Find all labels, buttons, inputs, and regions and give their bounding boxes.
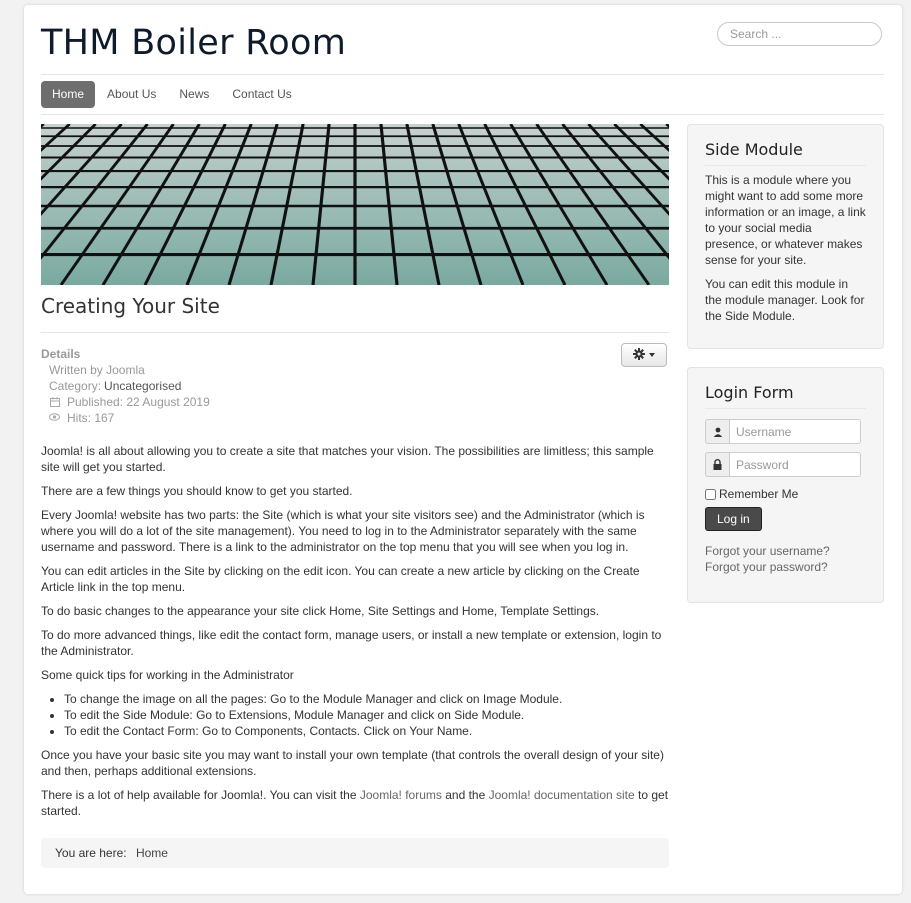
- nav-item-news[interactable]: News: [168, 81, 220, 108]
- category-line: Category: Uncategorised: [41, 378, 341, 394]
- list-item: To change the image on all the pages: Go…: [64, 691, 669, 707]
- header-divider: [41, 74, 884, 75]
- nav-item-about-us[interactable]: About Us: [96, 81, 167, 108]
- published-line: Published: 22 August 2019: [41, 394, 341, 410]
- nav-item-home[interactable]: Home: [41, 81, 96, 108]
- login-button[interactable]: Log in: [705, 507, 762, 531]
- forgot-username-link[interactable]: Forgot your username?: [705, 543, 866, 559]
- published-date: Published: 22 August 2019: [67, 395, 210, 409]
- list-item: To edit the Contact Form: Go to Componen…: [64, 723, 669, 739]
- breadcrumb: You are here: Home: [41, 838, 669, 868]
- article-paragraph: There are a few things you should know t…: [41, 484, 353, 498]
- help-paragraph: There is a lot of help available for Joo…: [41, 787, 669, 819]
- remember-me-checkbox[interactable]: [705, 488, 716, 500]
- article-body: Joomla! is all about allowing you to cre…: [41, 443, 669, 827]
- tips-list: To change the image on all the pages: Go…: [41, 691, 669, 739]
- list-item: To edit the Side Module: Go to Extension…: [64, 707, 669, 723]
- user-icon: [705, 419, 729, 444]
- login-module: Login Form Remember Me Log in Forgot you…: [687, 367, 884, 603]
- side-module-title: Side Module: [705, 125, 866, 166]
- help-prefix: There is a lot of help available for Joo…: [41, 788, 360, 802]
- joomla-docs-link[interactable]: Joomla! documentation site: [489, 788, 635, 802]
- lock-icon: [705, 452, 729, 477]
- hits-line: Hits: 167: [41, 410, 341, 426]
- side-module-text: You can edit this module in the module m…: [705, 277, 865, 323]
- main-nav: Home About Us News Contact Us: [41, 81, 304, 108]
- remember-me-label: Remember Me: [719, 487, 799, 501]
- article-paragraph: Joomla! is all about allowing you to cre…: [41, 444, 654, 474]
- chevron-down-icon: [649, 353, 655, 357]
- calendar-icon: [49, 396, 60, 408]
- gear-icon: [633, 347, 645, 363]
- details-label: Details: [41, 347, 81, 361]
- login-title: Login Form: [705, 368, 866, 409]
- article-paragraph: You can edit articles in the Site by cli…: [41, 564, 640, 594]
- username-group: [705, 419, 861, 444]
- article-paragraph: Every Joomla! website has two parts: the…: [41, 508, 645, 554]
- password-field[interactable]: [729, 452, 861, 477]
- author-line: Written by Joomla: [41, 362, 341, 378]
- password-group: [705, 452, 861, 477]
- article-tools-button[interactable]: [621, 343, 667, 367]
- eye-icon: [49, 412, 60, 424]
- article-paragraph: To do more advanced things, like edit th…: [41, 628, 662, 658]
- written-by: Written by Joomla: [49, 363, 145, 377]
- article-title[interactable]: Creating Your Site: [41, 294, 220, 318]
- hits-count: Hits: 167: [67, 411, 115, 425]
- joomla-forums-link[interactable]: Joomla! forums: [360, 788, 442, 802]
- article-paragraph: Once you have your basic site you may wa…: [41, 748, 664, 778]
- breadcrumb-home[interactable]: Home: [136, 846, 168, 860]
- nav-item-contact-us[interactable]: Contact Us: [221, 81, 302, 108]
- banner-image: [41, 124, 669, 285]
- breadcrumb-label: You are here:: [55, 846, 127, 860]
- nav-divider: [41, 114, 884, 115]
- article-paragraph: Some quick tips for working in the Admin…: [41, 668, 294, 682]
- category-label: Category:: [49, 379, 102, 393]
- side-module: Side Module This is a module where you m…: [687, 124, 884, 349]
- remember-me: Remember Me: [705, 487, 866, 501]
- page-container: THM Boiler Room Home About Us News Conta…: [24, 5, 902, 894]
- article-details: Details Written by Joomla Category: Unca…: [41, 346, 341, 426]
- search-input[interactable]: [717, 22, 882, 46]
- article-title-divider: [41, 332, 669, 333]
- side-module-text: This is a module where you might want to…: [705, 173, 866, 267]
- site-title[interactable]: THM Boiler Room: [41, 23, 346, 63]
- username-field[interactable]: [729, 419, 861, 444]
- article-paragraph: To do basic changes to the appearance yo…: [41, 604, 600, 618]
- forgot-password-link[interactable]: Forgot your password?: [705, 559, 866, 575]
- help-middle: and the: [441, 788, 489, 802]
- category-link[interactable]: Uncategorised: [104, 378, 181, 394]
